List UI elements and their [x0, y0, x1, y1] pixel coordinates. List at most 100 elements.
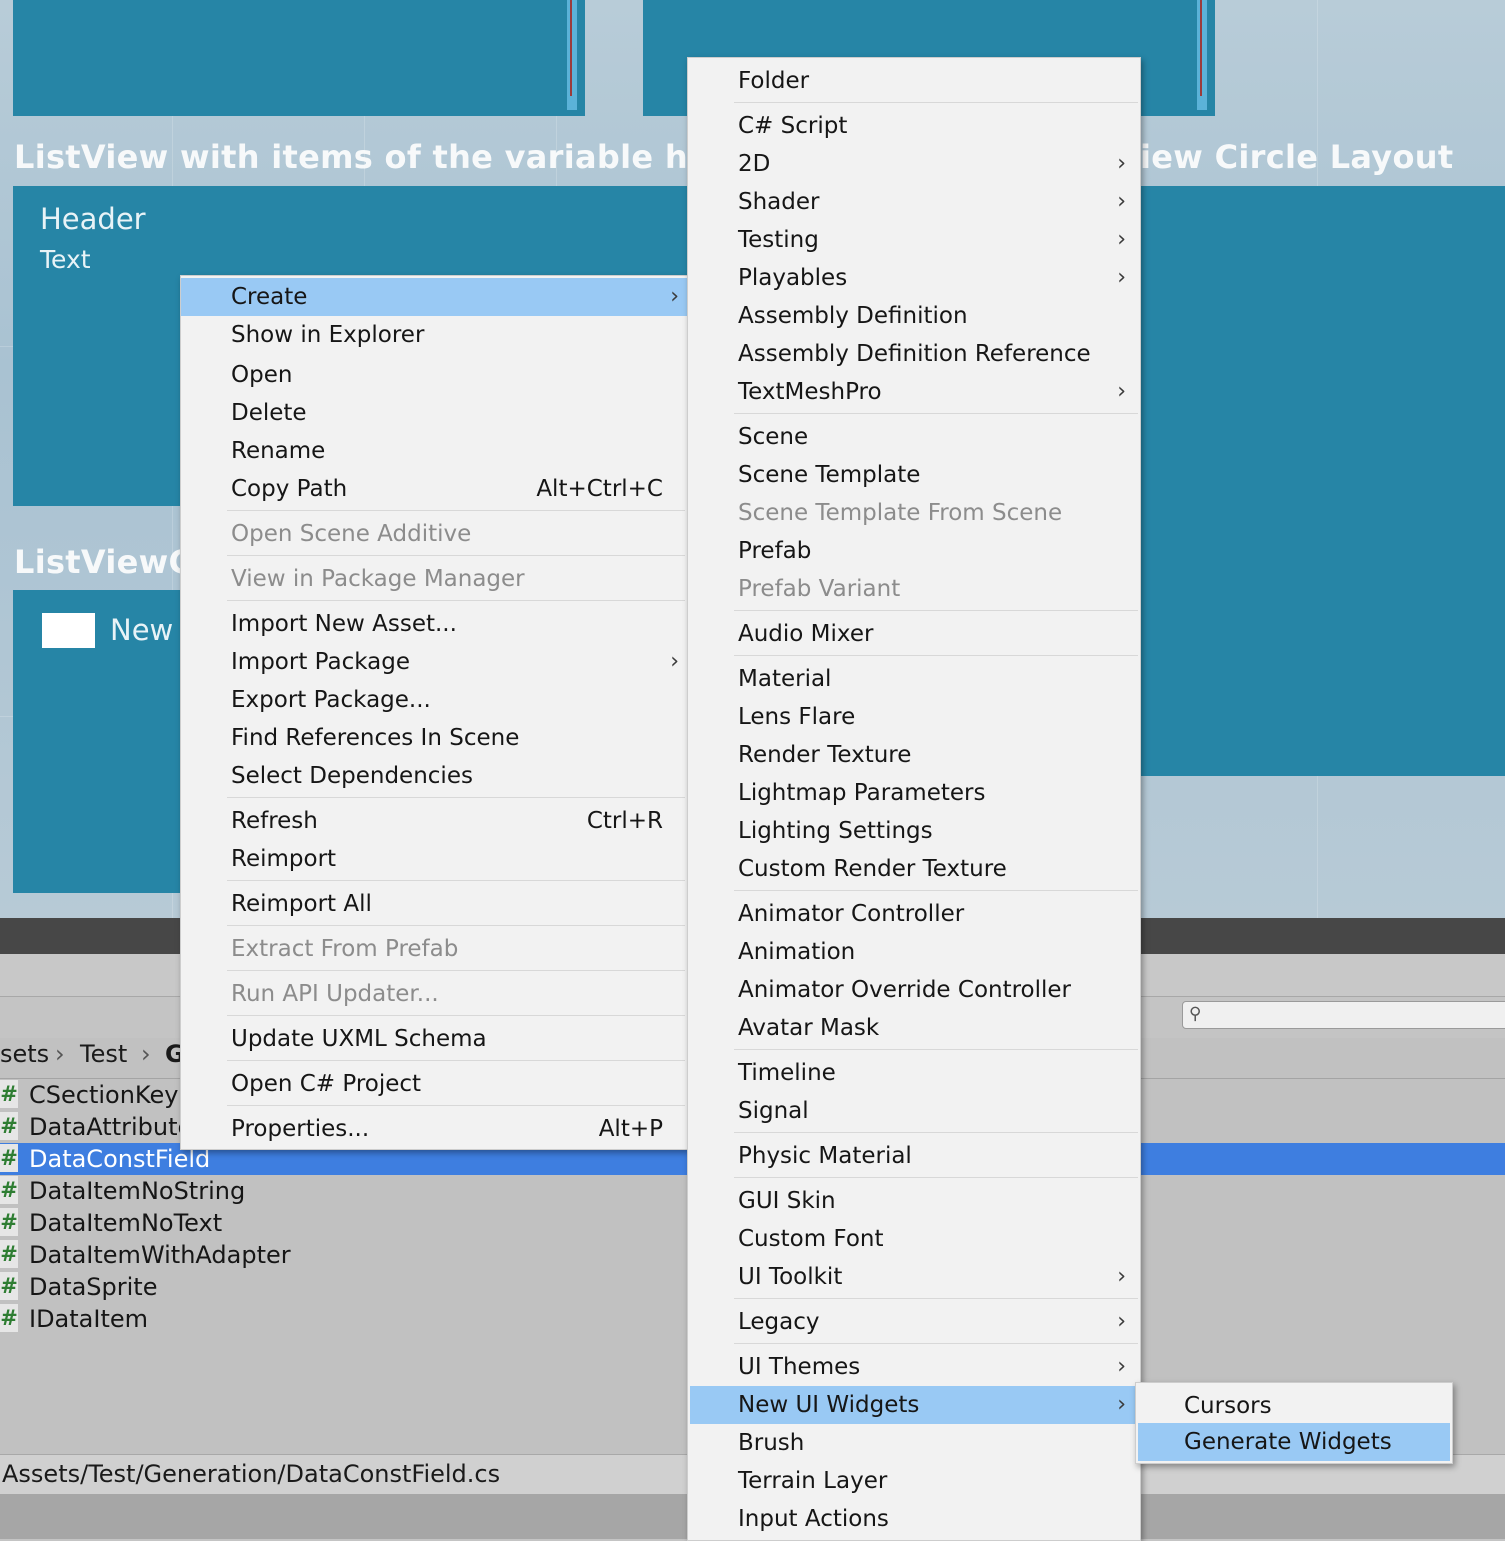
menu-item-open-c-project[interactable]: Open C# Project — [181, 1065, 687, 1103]
menu-item-lighting-settings[interactable]: Lighting Settings — [690, 812, 1138, 850]
menu-item-properties[interactable]: Properties... Alt+P — [181, 1110, 687, 1148]
menu-item-material[interactable]: Material — [690, 660, 1138, 698]
menu-item-lightmap-parameters[interactable]: Lightmap Parameters — [690, 774, 1138, 812]
menu-item-animation[interactable]: Animation — [690, 933, 1138, 971]
menu-item-timeline[interactable]: Timeline — [690, 1054, 1138, 1092]
file-name: DataAttribute — [29, 1113, 193, 1141]
menu-item-c-script[interactable]: C# Script — [690, 107, 1138, 145]
menu-item-generate-widgets[interactable]: Generate Widgets — [1138, 1423, 1450, 1461]
menu-item-lens-flare[interactable]: Lens Flare — [690, 698, 1138, 736]
menu-item-label: Scene Template — [738, 462, 921, 488]
menu-item-shader[interactable]: Shader › — [690, 183, 1138, 221]
menu-item-gui-skin[interactable]: GUI Skin — [690, 1182, 1138, 1220]
menu-item-signal[interactable]: Signal — [690, 1092, 1138, 1130]
menu-item-label: Find References In Scene — [231, 725, 520, 751]
menu-item-label: Lens Flare — [738, 704, 856, 730]
menu-item-label: Lighting Settings — [738, 818, 933, 844]
menu-separator — [227, 925, 685, 926]
menu-item-delete[interactable]: Delete — [181, 394, 687, 432]
menu-item-new-ui-widgets[interactable]: New UI Widgets › — [690, 1386, 1138, 1424]
menu-item-view-in-package-manager: View in Package Manager — [181, 560, 687, 598]
menu-item-animator-override-controller[interactable]: Animator Override Controller — [690, 971, 1138, 1009]
shortcut-label: Alt+P — [598, 1116, 663, 1142]
menu-item-assembly-definition-reference[interactable]: Assembly Definition Reference — [690, 335, 1138, 373]
chevron-right-icon: › — [1117, 1354, 1126, 1379]
breadcrumb-item[interactable]: sets — [0, 1040, 49, 1068]
menu-item-label: UI Themes — [738, 1354, 861, 1380]
chevron-right-icon: › — [55, 1040, 65, 1068]
menu-item-label: Assembly Definition Reference — [738, 341, 1091, 367]
menu-item-folder[interactable]: Folder — [690, 62, 1138, 100]
menu-separator — [734, 1049, 1138, 1050]
script-icon: # — [0, 1144, 18, 1172]
menu-item-cursors[interactable]: Cursors — [1138, 1387, 1450, 1425]
menu-item-ui-toolkit[interactable]: UI Toolkit › — [690, 1258, 1138, 1296]
menu-item-label: Custom Font — [738, 1226, 884, 1252]
menu-item-ui-themes[interactable]: UI Themes › — [690, 1348, 1138, 1386]
menu-item-export-package[interactable]: Export Package... — [181, 681, 687, 719]
menu-item-update-uxml-schema[interactable]: Update UXML Schema — [181, 1020, 687, 1058]
menu-item-import-package[interactable]: Import Package › — [181, 643, 687, 681]
menu-item-label: Show in Explorer — [231, 322, 425, 348]
menu-item-show-in-explorer[interactable]: Show in Explorer — [181, 316, 687, 354]
menu-item-label: Open C# Project — [231, 1071, 422, 1097]
menu-item-import-new-asset[interactable]: Import New Asset... — [181, 605, 687, 643]
menu-item-prefab[interactable]: Prefab — [690, 532, 1138, 570]
file-name: IDataItem — [29, 1305, 149, 1333]
menu-item-testing[interactable]: Testing › — [690, 221, 1138, 259]
menu-item-textmeshpro[interactable]: TextMeshPro › — [690, 373, 1138, 411]
menu-item-copy-path[interactable]: Copy Path Alt+Ctrl+C — [181, 470, 687, 508]
menu-item-custom-font[interactable]: Custom Font — [690, 1220, 1138, 1258]
menu-item-label: New UI Widgets — [738, 1392, 920, 1418]
new-label: New — [110, 613, 174, 647]
menu-item-run-api-updater: Run API Updater... — [181, 975, 687, 1013]
menu-item-rename[interactable]: Rename — [181, 432, 687, 470]
menu-item-legacy[interactable]: Legacy › — [690, 1303, 1138, 1341]
menu-item-physic-material[interactable]: Physic Material — [690, 1137, 1138, 1175]
menu-item-scene-template[interactable]: Scene Template — [690, 456, 1138, 494]
menu-item-reimport-all[interactable]: Reimport All — [181, 885, 687, 923]
menu-separator — [734, 655, 1138, 656]
menu-item-select-dependencies[interactable]: Select Dependencies — [181, 757, 687, 795]
menu-item-reimport[interactable]: Reimport — [181, 840, 687, 878]
menu-item-render-texture[interactable]: Render Texture — [690, 736, 1138, 774]
menu-item-label: Reimport All — [231, 891, 372, 917]
menu-item-label: Export Package... — [231, 687, 431, 713]
search-field[interactable] — [1182, 1001, 1505, 1029]
menu-item-label: Custom Render Texture — [738, 856, 1007, 882]
header-text: Text — [40, 245, 91, 274]
script-icon: # — [0, 1240, 18, 1268]
breadcrumb-item[interactable]: Test — [80, 1040, 127, 1068]
menu-item-brush[interactable]: Brush — [690, 1424, 1138, 1462]
menu-item-label: Select Dependencies — [231, 763, 473, 789]
menu-item-input-actions[interactable]: Input Actions — [690, 1500, 1138, 1538]
menu-item-playables[interactable]: Playables › — [690, 259, 1138, 297]
menu-item-terrain-layer[interactable]: Terrain Layer — [690, 1462, 1138, 1500]
script-icon: # — [0, 1208, 18, 1236]
menu-item-audio-mixer[interactable]: Audio Mixer — [690, 615, 1138, 653]
menu-item-animator-controller[interactable]: Animator Controller — [690, 895, 1138, 933]
menu-item-find-references-in-scene[interactable]: Find References In Scene — [181, 719, 687, 757]
menu-item-avatar-mask[interactable]: Avatar Mask — [690, 1009, 1138, 1047]
menu-item-custom-render-texture[interactable]: Custom Render Texture — [690, 850, 1138, 888]
menu-item-assembly-definition[interactable]: Assembly Definition — [690, 297, 1138, 335]
menu-item-scene[interactable]: Scene — [690, 418, 1138, 456]
menu-item-label: Input Actions — [738, 1506, 889, 1532]
menu-separator — [227, 880, 685, 881]
menu-separator — [734, 102, 1138, 103]
menu-item-extract-from-prefab: Extract From Prefab — [181, 930, 687, 968]
menu-item-label: Animator Controller — [738, 901, 965, 927]
menu-item-label: Extract From Prefab — [231, 936, 459, 962]
shortcut-label: Alt+Ctrl+C — [536, 476, 663, 502]
file-name: CSectionKey — [29, 1081, 179, 1109]
menu-item-label: Scene — [738, 424, 809, 450]
menu-item-refresh[interactable]: Refresh Ctrl+R — [181, 802, 687, 840]
chevron-right-icon: › — [141, 1040, 151, 1068]
chevron-right-icon: › — [1117, 1309, 1126, 1334]
chevron-right-icon: › — [1117, 189, 1126, 214]
menu-item-open[interactable]: Open — [181, 356, 687, 394]
header-label: Header — [40, 202, 146, 236]
menu-separator — [734, 890, 1138, 891]
menu-item-create[interactable]: Create › — [181, 278, 687, 316]
menu-item-2d[interactable]: 2D › — [690, 145, 1138, 183]
